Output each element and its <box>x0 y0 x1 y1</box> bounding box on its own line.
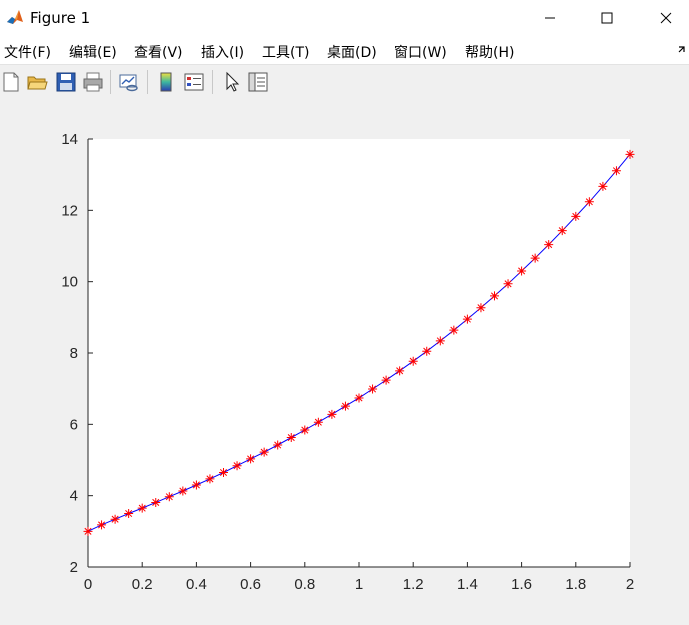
edit-plot-icon[interactable] <box>221 71 243 93</box>
x-tick-label: 0 <box>84 576 92 593</box>
menu-help[interactable]: 帮助(H) <box>465 42 514 62</box>
data-point-marker[interactable] <box>313 417 323 427</box>
data-point-marker[interactable] <box>178 486 188 496</box>
data-point-marker[interactable] <box>503 279 513 289</box>
maximize-icon <box>601 12 613 24</box>
menu-view[interactable]: 查看(V) <box>134 42 183 62</box>
data-point-marker[interactable] <box>517 266 527 276</box>
data-point-marker[interactable] <box>435 336 445 346</box>
insert-colorbar-icon[interactable] <box>155 71 177 93</box>
y-tick-label: 12 <box>61 202 78 219</box>
x-tick-label: 2 <box>626 576 634 593</box>
y-tick-label: 8 <box>70 345 78 362</box>
insert-legend-icon[interactable] <box>183 71 205 93</box>
window-title: Figure 1 <box>30 9 91 27</box>
data-point-marker[interactable] <box>110 514 120 524</box>
menu-tools[interactable]: 工具(T) <box>262 42 309 62</box>
x-tick-label: 1 <box>355 576 363 593</box>
data-point-marker[interactable] <box>490 291 499 301</box>
save-icon[interactable] <box>55 71 77 93</box>
data-point-marker[interactable] <box>340 401 350 411</box>
axes-background[interactable] <box>88 139 630 567</box>
close-icon <box>660 12 672 24</box>
data-point-marker[interactable] <box>557 226 567 236</box>
data-point-marker[interactable] <box>219 467 228 477</box>
data-point-marker[interactable] <box>354 393 364 403</box>
menu-edit[interactable]: 编辑(E) <box>69 42 117 62</box>
data-point-marker[interactable] <box>232 461 242 471</box>
data-point-marker[interactable] <box>124 509 134 518</box>
data-point-marker[interactable] <box>625 149 635 159</box>
menu-bar: 文件(F) 编辑(E) 查看(V) 插入(I) 工具(T) 桌面(D) 窗口(W… <box>0 36 689 64</box>
toolbar-separator <box>110 70 111 94</box>
data-point-marker[interactable] <box>191 480 201 490</box>
data-point-marker[interactable] <box>286 433 296 443</box>
x-tick-label: 0.6 <box>240 576 261 593</box>
data-point-marker[interactable] <box>598 181 608 191</box>
data-point-marker[interactable] <box>408 356 418 366</box>
data-point-marker[interactable] <box>205 474 215 484</box>
data-point-marker[interactable] <box>137 503 147 513</box>
x-tick-label: 1.2 <box>403 576 424 593</box>
dock-arrow-icon[interactable] <box>677 44 687 54</box>
data-point-marker[interactable] <box>83 526 93 536</box>
figure-canvas[interactable]: 0 0.2 0.4 0.6 0.8 1 1.2 1.4 1.6 1.8 2 2 4 6 8 10 12 14 <box>0 99 689 625</box>
data-point-marker[interactable] <box>476 303 486 313</box>
data-point-marker[interactable] <box>544 240 554 250</box>
data-point-marker[interactable] <box>151 497 161 507</box>
minimize-icon <box>545 17 555 19</box>
x-tick-label: 0.4 <box>186 576 207 593</box>
data-point-marker[interactable] <box>368 384 378 394</box>
data-point-marker[interactable] <box>97 520 107 530</box>
menu-desktop[interactable]: 桌面(D) <box>327 42 377 62</box>
minimize-button[interactable] <box>527 0 573 36</box>
data-point-marker[interactable] <box>395 366 405 376</box>
y-tick-label: 6 <box>70 416 78 433</box>
x-tick-label: 1.6 <box>511 576 532 593</box>
link-plot-icon[interactable] <box>118 71 140 93</box>
open-file-icon[interactable] <box>26 71 48 93</box>
new-figure-icon[interactable] <box>0 71 22 93</box>
maximize-button[interactable] <box>584 0 630 36</box>
y-tick-label: 4 <box>70 488 78 505</box>
line-plot[interactable]: 0 0.2 0.4 0.6 0.8 1 1.2 1.4 1.6 1.8 2 2 4 6 8 10 12 14 <box>0 99 689 625</box>
data-point-marker[interactable] <box>273 440 283 450</box>
toolbar-separator <box>147 70 148 94</box>
menu-file[interactable]: 文件(F) <box>4 42 51 62</box>
data-point-marker[interactable] <box>381 375 391 385</box>
y-tick-label: 14 <box>61 131 78 148</box>
toolbar-separator <box>212 70 213 94</box>
matlab-logo-icon <box>6 8 24 26</box>
data-point-marker[interactable] <box>462 314 472 324</box>
data-point-marker[interactable] <box>530 253 540 263</box>
data-point-marker[interactable] <box>422 346 432 356</box>
y-tick-label: 2 <box>70 559 78 576</box>
data-point-marker[interactable] <box>584 197 594 207</box>
data-point-marker[interactable] <box>571 211 581 221</box>
data-point-marker[interactable] <box>164 492 174 502</box>
title-bar[interactable]: Figure 1 <box>0 0 689 36</box>
x-tick-label: 1.8 <box>565 576 586 593</box>
figure-toolbar <box>0 64 689 100</box>
data-point-marker[interactable] <box>300 425 310 435</box>
data-point-marker[interactable] <box>327 409 337 419</box>
print-icon[interactable] <box>82 71 104 93</box>
x-tick-label: 1.4 <box>457 576 478 593</box>
x-tick-label: 0.8 <box>294 576 315 593</box>
y-tick-label: 10 <box>61 274 78 291</box>
menu-window[interactable]: 窗口(W) <box>394 42 447 62</box>
menu-insert[interactable]: 插入(I) <box>201 42 244 62</box>
x-tick-label: 0.2 <box>132 576 153 593</box>
figure-window: Figure 1 文件(F) 编辑(E) 查看(V) 插入(I) 工具(T) 桌… <box>0 0 689 625</box>
close-button[interactable] <box>643 0 689 36</box>
property-inspector-icon[interactable] <box>247 71 269 93</box>
data-point-marker[interactable] <box>246 454 256 464</box>
data-point-marker[interactable] <box>611 166 621 176</box>
data-point-marker[interactable] <box>259 447 269 457</box>
data-point-marker[interactable] <box>449 325 459 335</box>
